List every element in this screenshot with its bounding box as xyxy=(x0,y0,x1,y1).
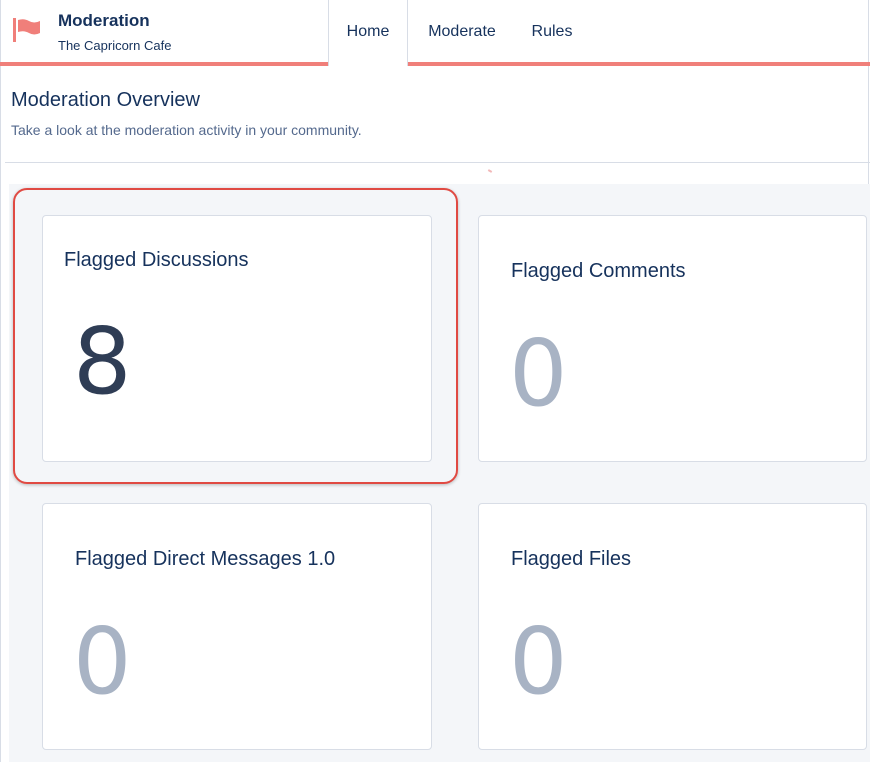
app-header: Moderation The Capricorn Cafe Home Moder… xyxy=(0,0,870,66)
card-flagged-files[interactable]: Flagged Files 0 xyxy=(478,503,867,750)
community-name: The Capricorn Cafe xyxy=(58,38,172,53)
divider xyxy=(5,162,870,163)
tab-home[interactable]: Home xyxy=(328,0,408,66)
page-title: Moderation Overview xyxy=(11,89,200,111)
tab-moderate[interactable]: Moderate xyxy=(424,0,500,62)
card-title: Flagged Direct Messages 1.0 xyxy=(75,548,336,570)
flagged-count: 0 xyxy=(73,608,132,715)
flagged-count: 0 xyxy=(509,608,568,715)
flag-icon xyxy=(13,18,40,42)
app-title: Moderation xyxy=(58,11,150,30)
tab-rules[interactable]: Rules xyxy=(530,0,574,62)
card-flagged-comments[interactable]: Flagged Comments 0 xyxy=(478,215,867,462)
flagged-count: 0 xyxy=(509,320,568,427)
card-flagged-direct-messages[interactable]: Flagged Direct Messages 1.0 0 xyxy=(42,503,432,750)
highlight-outline xyxy=(13,188,458,484)
page-description: Take a look at the moderation activity i… xyxy=(11,122,362,138)
card-title: Flagged Files xyxy=(511,548,632,570)
card-title: Flagged Comments xyxy=(511,260,686,282)
header-accent-bar xyxy=(408,62,870,66)
header-accent-bar xyxy=(0,62,328,66)
